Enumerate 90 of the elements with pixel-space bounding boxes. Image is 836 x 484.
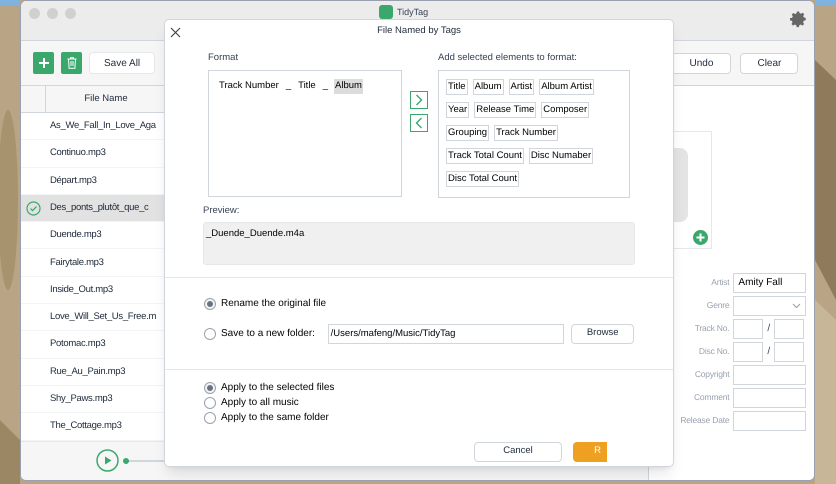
format-token[interactable]: _: [284, 79, 292, 94]
radio-button[interactable]: [204, 396, 216, 408]
folder-path-field[interactable]: /Users/mafeng/Music/TidyTag: [328, 324, 564, 344]
file-name: Continuo.mp3: [49, 146, 106, 160]
save-all-button[interactable]: Save All: [89, 52, 156, 74]
format-token[interactable]: Track Number: [218, 79, 280, 94]
settings-icon[interactable]: [790, 10, 808, 28]
play-icon[interactable]: [96, 449, 119, 472]
tag-element[interactable]: Album Artist: [539, 79, 594, 96]
tag-element[interactable]: Release Time: [474, 102, 536, 118]
cancel-button[interactable]: Cancel: [474, 442, 562, 462]
option-label: Apply to the same folder: [221, 411, 329, 425]
field-label: Artist: [710, 276, 730, 289]
file-name: The_Cottage.mp3: [49, 419, 122, 434]
dialog-title: File Named by Tags: [377, 24, 461, 38]
browse-button[interactable]: Browse: [571, 324, 634, 344]
format-token[interactable]: _: [322, 79, 330, 94]
window-minimize-control[interactable]: [47, 8, 58, 19]
field-label: Track No.: [694, 322, 730, 335]
file-name: Fairytale.mp3: [49, 256, 104, 270]
separator-text: /: [767, 345, 770, 359]
genre-dropdown[interactable]: [733, 296, 806, 316]
format-token[interactable]: Album: [334, 79, 363, 94]
number-field[interactable]: [733, 342, 764, 362]
format-token[interactable]: Title: [297, 79, 317, 94]
remove-from-format-button[interactable]: [410, 114, 428, 132]
separator-text: /: [767, 322, 770, 336]
field-label: Disc No.: [698, 345, 730, 358]
add-button[interactable]: [33, 52, 54, 74]
preview-box: _Duende_Duende.m4a: [203, 222, 635, 264]
slider-thumb[interactable]: [123, 458, 129, 464]
file-name: Duende.mp3: [49, 228, 102, 242]
option-label: Apply to all music: [221, 396, 299, 410]
tag-element[interactable]: Track Total Count: [446, 148, 524, 164]
chevron-left-icon: [415, 117, 423, 129]
add-to-format-button[interactable]: [410, 91, 428, 109]
option-label: Save to a new folder:: [221, 327, 316, 341]
file-name: Shy_Paws.mp3: [49, 392, 112, 406]
file-name: Rue_Au_Pain.mp3: [49, 364, 126, 379]
field-label: Comment: [692, 391, 730, 404]
file-name: Potomac.mp3: [49, 337, 106, 352]
tag-element[interactable]: Grouping: [446, 125, 490, 142]
text-field[interactable]: [733, 388, 806, 408]
file-name: Love_Will_Set_Us_Free.m: [49, 310, 156, 324]
format-label: Format: [208, 51, 240, 65]
preview-label: Preview:: [203, 204, 240, 218]
number-field[interactable]: [774, 342, 804, 362]
field-label: Genre: [706, 299, 730, 312]
option-label: Apply to the selected files: [221, 381, 334, 395]
field-label: Release Date: [679, 414, 730, 427]
text-field[interactable]: [733, 364, 806, 384]
window-title: TidyTag: [397, 6, 428, 18]
trash-icon: [66, 57, 76, 69]
radio-button[interactable]: [204, 298, 216, 310]
number-field[interactable]: [774, 318, 804, 338]
plus-icon: [38, 57, 50, 69]
option-label: Rename the original file: [221, 297, 325, 311]
close-icon[interactable]: [170, 27, 181, 38]
file-name: Départ.mp3: [49, 174, 97, 188]
field-label: Copyright: [694, 368, 730, 381]
check-circle-icon: [26, 200, 41, 216]
window-zoom-control[interactable]: [65, 8, 76, 19]
delete-button[interactable]: [61, 52, 82, 74]
tag-element[interactable]: Album: [472, 79, 504, 96]
number-field[interactable]: [733, 318, 764, 338]
file-name: Inside_Out.mp3: [49, 282, 113, 297]
tag-element[interactable]: Year: [446, 102, 470, 118]
tag-element[interactable]: Artist: [508, 79, 534, 96]
file-name: As_We_Fall_In_Love_Aga: [49, 119, 156, 134]
tag-element[interactable]: Disc Numaber: [528, 148, 594, 164]
app-icon: [379, 5, 393, 19]
format-box[interactable]: Track Number _ Title _ Album: [208, 70, 402, 198]
tag-element[interactable]: Track Number: [494, 125, 558, 142]
chevron-right-icon: [415, 94, 423, 106]
column-header[interactable]: File Name: [46, 92, 166, 106]
add-artwork-icon[interactable]: [693, 230, 708, 245]
file-name: Des_ponts_plutôt_que_c: [49, 200, 149, 215]
window-close-control[interactable]: [29, 8, 40, 19]
radio-button[interactable]: [204, 382, 216, 394]
undo-button[interactable]: Undo: [671, 52, 732, 74]
chevron-down-icon: [792, 302, 802, 308]
tag-element[interactable]: Disc Total Count: [446, 171, 519, 188]
text-field[interactable]: Amity Fall: [733, 272, 806, 292]
radio-button[interactable]: [204, 412, 216, 424]
radio-button[interactable]: [204, 328, 216, 340]
text-field[interactable]: [733, 410, 806, 430]
tag-element[interactable]: Title: [446, 79, 468, 96]
clear-button[interactable]: Clear: [740, 52, 798, 74]
tag-element[interactable]: Composer: [541, 102, 590, 118]
elements-label: Add selected elements to format:: [438, 51, 578, 65]
